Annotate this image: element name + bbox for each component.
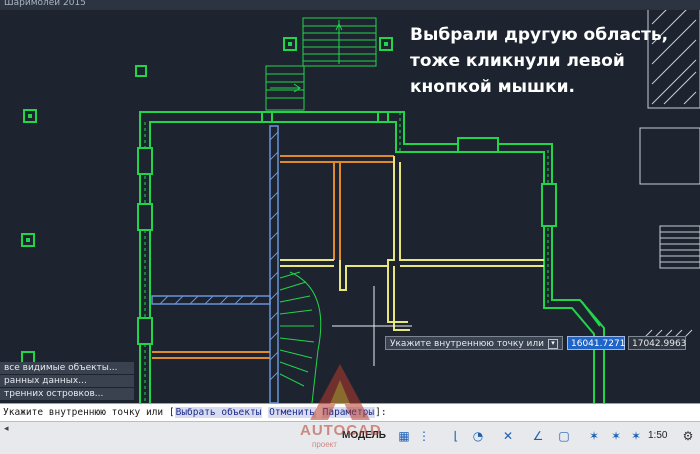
crosshair-cursor — [332, 286, 412, 366]
column-markers — [21, 37, 393, 365]
selected-walls — [152, 155, 544, 359]
annotation-scale-icon[interactable]: ✶ — [586, 428, 602, 444]
osnap-icon[interactable]: ✕ — [500, 428, 516, 444]
otrack-icon[interactable]: ∠ — [530, 428, 546, 444]
window-title: Шаримолей 2015 — [4, 0, 86, 8]
grid-icon[interactable]: ▦ — [396, 428, 412, 444]
top-stairs — [265, 17, 377, 111]
polar-icon[interactable]: ◔ — [470, 428, 486, 444]
ortho-icon[interactable]: ⌊ — [448, 428, 464, 444]
coord-x-input[interactable]: 16041.7271 — [567, 336, 625, 350]
option-select-objects[interactable]: Выбрать объекты — [174, 407, 263, 418]
history-line-1: все видимые объекты... — [0, 362, 134, 374]
watermark-logo: AUTOCAD проект — [300, 360, 382, 453]
interior-hatched-walls — [151, 125, 279, 403]
history-line-2: ранных данных... — [0, 375, 134, 387]
prompt-dropdown-icon[interactable]: ▾ — [548, 339, 558, 349]
visibility-icon[interactable]: ✶ — [628, 428, 644, 444]
snap-icon[interactable]: ⋮ — [416, 428, 432, 444]
settings-icon[interactable]: ⚙ — [680, 428, 696, 444]
annotation-text: Выбрали другую область, тоже кликнули ле… — [410, 25, 669, 97]
workspace-icon[interactable]: ✶ — [608, 428, 624, 444]
title-bar: Шаримолей 2015 — [0, 0, 700, 10]
drawing-viewport[interactable]: Шаримолей 2015 Выбрали другую область, т… — [0, 0, 700, 403]
history-line-3: тренних островков... — [0, 388, 134, 400]
watermark-sub: проект — [312, 440, 337, 449]
coord-y-input[interactable]: 17042.9963 — [628, 336, 686, 350]
scale-selector[interactable]: 1:50 — [648, 430, 667, 441]
watermark-brand: AUTOCAD — [300, 422, 382, 439]
status-left-arrow[interactable]: ◂ — [4, 424, 9, 434]
cursor-prompt-tooltip: Укажите внутреннюю точку или ▾ — [385, 336, 563, 350]
lineweight-icon[interactable]: ▢ — [556, 428, 572, 444]
command-prompt: Укажите внутреннюю точку или [ — [3, 407, 175, 418]
cursor-prompt-text: Укажите внутреннюю точку или — [390, 339, 544, 349]
